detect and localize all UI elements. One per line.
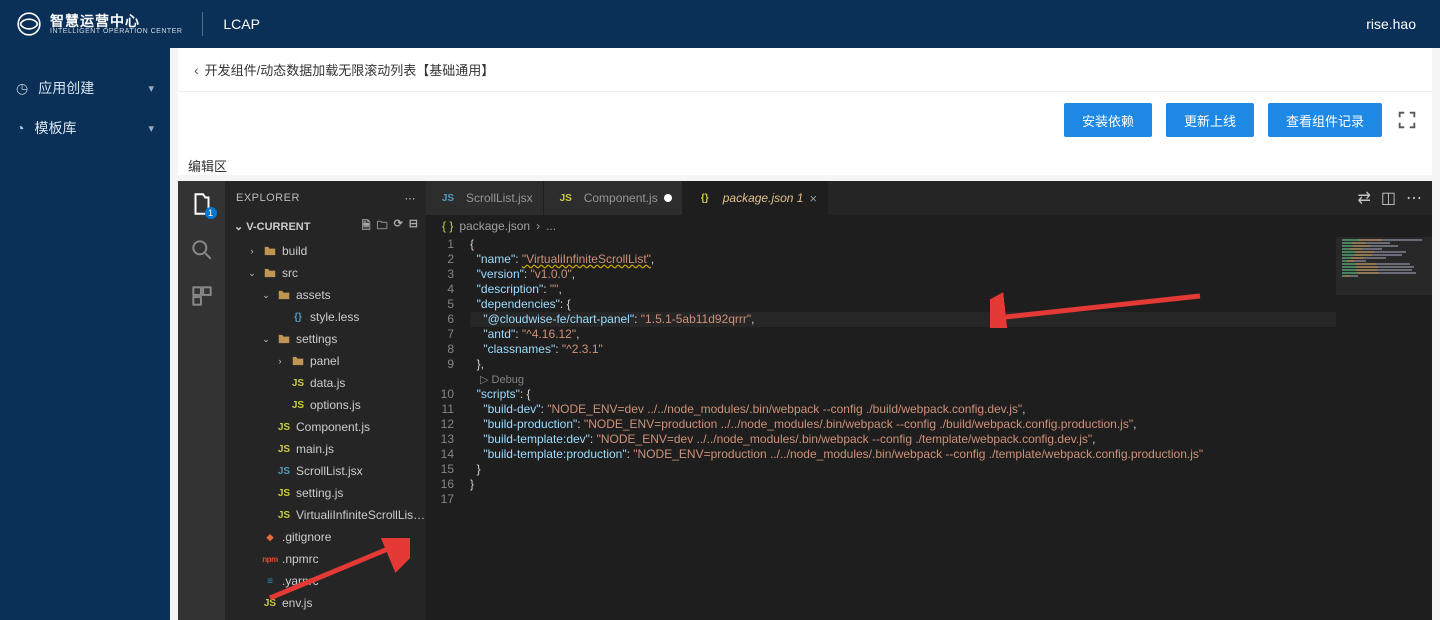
history-button[interactable]: 查看组件记录 (1268, 103, 1382, 137)
split-icon[interactable]: ◫ (1381, 188, 1396, 208)
file-node[interactable]: JSScrollList.jsx (226, 460, 426, 482)
file-node[interactable]: JSoptions.js (226, 394, 426, 416)
gutter: 123456789 1011121314151617 (426, 237, 468, 620)
changes-badge: 1 (205, 207, 217, 219)
file-node[interactable]: {}style.less (226, 306, 426, 328)
more-icon[interactable]: ⋯ (1406, 188, 1422, 208)
sidebar-item-templates[interactable]: ◔ 模板库 ▾ (0, 108, 170, 148)
divider (202, 12, 203, 36)
code-lines[interactable]: { "name": "VirtualiInfiniteScrollList", … (468, 237, 1432, 620)
file-node[interactable]: ≡.yarnrc (226, 570, 426, 592)
minimap[interactable] (1336, 237, 1432, 620)
folder-node[interactable]: ⌄settings (226, 328, 426, 350)
nav-sidebar: ◷ 应用创建 ▾ ◔ 模板库 ▾ (0, 48, 170, 620)
folder-node[interactable]: ⌄assets (226, 284, 426, 306)
back-icon[interactable]: ‹ (194, 62, 199, 78)
explorer-more-icon[interactable]: ⋯ (405, 192, 417, 205)
code-area[interactable]: 123456789 1011121314151617 { "name": "Vi… (426, 237, 1432, 620)
deploy-button[interactable]: 更新上线 (1166, 103, 1254, 137)
collapse-icon[interactable]: ⊟ (409, 217, 418, 236)
search-icon[interactable] (189, 237, 215, 263)
new-folder-icon[interactable]: 🗀 (377, 217, 388, 236)
chevron-down-icon: ▾ (148, 122, 154, 135)
explorer-icon[interactable]: 1 (189, 191, 215, 217)
folder-node[interactable]: ›panel (226, 350, 426, 372)
code-editor: 1 EXPLORER ⋯ ⌄ V-CURRENT 🗎 🗀 ⟳ ⊟ (178, 181, 1432, 620)
editor-tabs: JSScrollList.jsxJSComponent.js{}package.… (426, 181, 1432, 215)
editor-tab[interactable]: JSComponent.js (544, 181, 683, 215)
app-topbar: 智慧运营中心 INTELLIGENT OPERATION CENTER LCAP… (0, 0, 1440, 48)
explorer-root[interactable]: ⌄ V-CURRENT 🗎 🗀 ⟳ ⊟ (226, 215, 426, 238)
install-deps-button[interactable]: 安装依赖 (1064, 103, 1152, 137)
sidebar-item-label: 应用创建 (38, 78, 94, 98)
activity-bar: 1 (178, 181, 226, 620)
compare-icon[interactable]: ⇄ (1357, 188, 1370, 208)
brand-en: INTELLIGENT OPERATION CENTER (50, 28, 182, 35)
editor-breadcrumb[interactable]: { } package.json › ... (426, 215, 1432, 237)
brand-logo: 智慧运营中心 INTELLIGENT OPERATION CENTER (16, 11, 182, 37)
file-node[interactable]: JSVirtualiInfiniteScrollList.js (226, 504, 426, 526)
page-toolbar: 安装依赖 更新上线 查看组件记录 (178, 92, 1432, 148)
editor-tab[interactable]: {}package.json 1× (683, 181, 828, 215)
breadcrumb-text: 开发组件/动态数据加载无限滚动列表【基础通用】 (205, 60, 495, 79)
file-node[interactable]: {}options.json (226, 614, 426, 620)
product-name: LCAP (223, 16, 260, 32)
chevron-down-icon: ▾ (148, 82, 154, 95)
app-icon: ◷ (16, 80, 28, 97)
file-node[interactable]: JSmain.js (226, 438, 426, 460)
file-node[interactable]: JSdata.js (226, 372, 426, 394)
file-tree: ›build⌄src⌄assets{}style.less⌄settings›p… (226, 238, 426, 620)
file-node[interactable]: npm.npmrc (226, 548, 426, 570)
close-tab-icon[interactable]: × (809, 191, 817, 206)
user-name[interactable]: rise.hao (1366, 16, 1416, 32)
editor-section-label: 编辑区 (178, 148, 1432, 175)
new-file-icon[interactable]: 🗎 (362, 217, 371, 236)
explorer-panel: EXPLORER ⋯ ⌄ V-CURRENT 🗎 🗀 ⟳ ⊟ ›build⌄sr… (226, 181, 426, 620)
file-node[interactable]: JSenv.js (226, 592, 426, 614)
extensions-icon[interactable] (189, 283, 215, 309)
refresh-icon[interactable]: ⟳ (394, 217, 403, 236)
sidebar-item-app-create[interactable]: ◷ 应用创建 ▾ (0, 68, 170, 108)
explorer-title: EXPLORER (236, 192, 300, 204)
editor-tab[interactable]: JSScrollList.jsx (426, 181, 544, 215)
file-node[interactable]: JSsetting.js (226, 482, 426, 504)
sidebar-item-label: 模板库 (34, 118, 76, 138)
fullscreen-icon[interactable] (1396, 109, 1418, 131)
breadcrumb: ‹ 开发组件/动态数据加载无限滚动列表【基础通用】 (178, 48, 1432, 92)
folder-node[interactable]: ›build (226, 240, 426, 262)
file-node[interactable]: JSComponent.js (226, 416, 426, 438)
tpl-icon: ◔ (16, 120, 24, 136)
file-node[interactable]: ◆.gitignore (226, 526, 426, 548)
brand-cn: 智慧运营中心 (50, 14, 182, 28)
folder-node[interactable]: ⌄src (226, 262, 426, 284)
